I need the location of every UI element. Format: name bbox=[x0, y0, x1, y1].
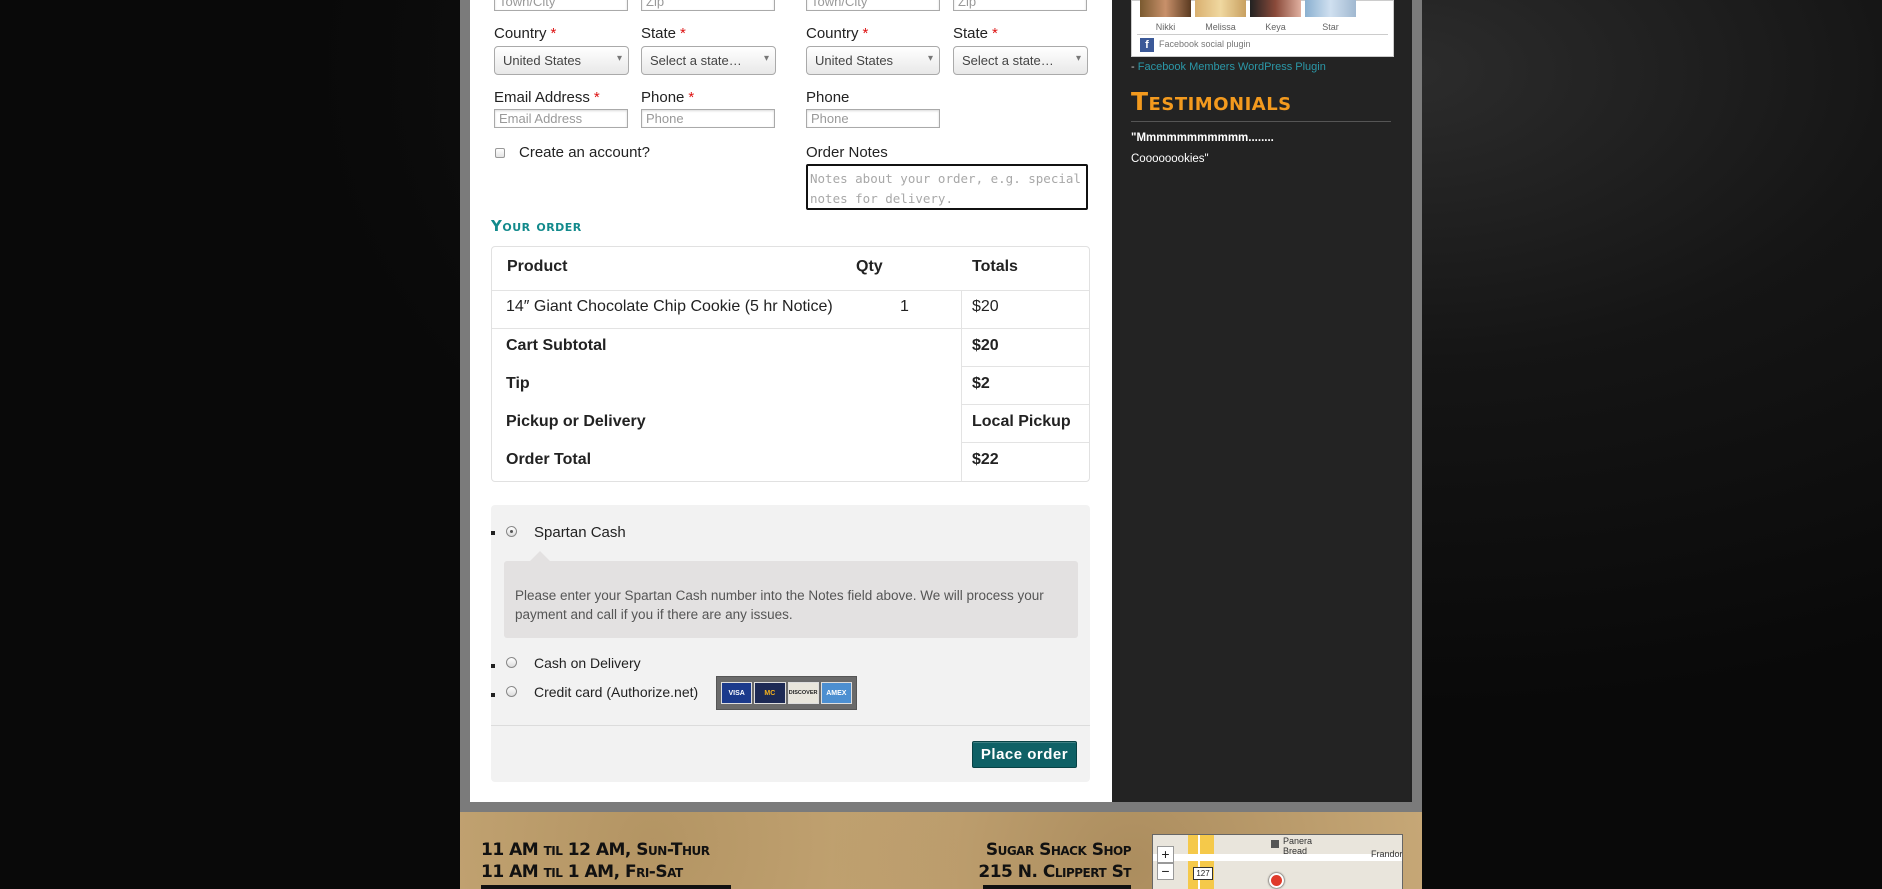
table-row: Cart Subtotal $20 bbox=[492, 326, 1089, 364]
chevron-down-icon: ▾ bbox=[763, 53, 769, 64]
subtotal-label: Cart Subtotal bbox=[506, 337, 607, 354]
table-row: 14″ Giant Chocolate Chip Cookie (5 hr No… bbox=[492, 287, 1089, 325]
member-name[interactable]: Melissa bbox=[1195, 22, 1246, 32]
col-totals: Totals bbox=[972, 258, 1018, 275]
item-name: 14″ Giant Chocolate Chip Cookie (5 hr No… bbox=[506, 298, 833, 315]
email-input[interactable]: Email Address bbox=[494, 109, 628, 128]
route-shield: 127 bbox=[1193, 867, 1213, 880]
shipping-state-label: State * bbox=[953, 25, 998, 42]
shop-address: 215 N. Clippert St bbox=[978, 862, 1131, 882]
avatar bbox=[1250, 0, 1301, 17]
testimonial-quote: "Mmmmmmmmmmm........ bbox=[1131, 132, 1274, 144]
pickup-value: Local Pickup bbox=[972, 413, 1071, 430]
subtotal-value: $20 bbox=[972, 337, 999, 354]
order-table: Product Qty Totals 14″ Giant Chocolate C… bbox=[491, 246, 1090, 482]
avatar bbox=[1305, 0, 1356, 17]
map-road bbox=[1153, 854, 1402, 861]
map-label: Frandor bbox=[1371, 849, 1403, 859]
location-map[interactable]: + − 127 Panera Bread Frandor bbox=[1152, 834, 1403, 889]
address-line-cut bbox=[983, 885, 1131, 889]
table-row: Tip $2 bbox=[492, 364, 1089, 402]
shipping-phone-input[interactable]: Phone bbox=[806, 109, 940, 128]
shipping-country-select[interactable]: United States ▾ bbox=[806, 46, 940, 75]
members-plugin-row: - Facebook Members WordPress Plugin bbox=[1131, 61, 1326, 73]
testimonials-heading: Testimonials bbox=[1131, 87, 1292, 116]
avatar bbox=[1195, 0, 1246, 17]
discover-logo: DISCOVER bbox=[787, 682, 819, 704]
hours-line-cut bbox=[481, 885, 731, 889]
card-logos: VISA MC DISCOVER AMEX bbox=[716, 676, 857, 710]
shipping-phone-label: Phone bbox=[806, 89, 850, 106]
billing-phone-input[interactable]: Phone bbox=[641, 109, 775, 128]
hours-line: 11 AM til 12 AM, Sun-Thur bbox=[481, 840, 710, 860]
zoom-out-button[interactable]: − bbox=[1157, 863, 1174, 880]
hours-line: 11 AM til 1 AM, Fri-Sat bbox=[481, 862, 683, 882]
map-road bbox=[1188, 835, 1214, 889]
col-product: Product bbox=[507, 258, 568, 275]
table-row: Order Total $22 bbox=[492, 440, 1089, 478]
amex-logo: AMEX bbox=[820, 682, 852, 704]
map-label: Panera Bread bbox=[1283, 836, 1313, 856]
credit-card-label[interactable]: Credit card (Authorize.net) bbox=[534, 684, 698, 700]
list-bullet bbox=[491, 664, 495, 668]
spartan-cash-pointer bbox=[530, 551, 550, 561]
create-account-checkbox[interactable] bbox=[495, 148, 505, 158]
tip-label: Tip bbox=[506, 375, 530, 392]
place-order-button[interactable]: Place order bbox=[972, 741, 1077, 768]
spartan-cash-radio[interactable] bbox=[506, 526, 517, 537]
order-notes-textarea[interactable]: Notes about your order, e.g. special not… bbox=[806, 164, 1088, 210]
order-table-header: Product Qty Totals bbox=[492, 247, 1089, 285]
testimonial-quote: Coooooookies" bbox=[1131, 153, 1209, 165]
shop-name: Sugar Shack Shop bbox=[985, 840, 1132, 860]
shipping-zip-input[interactable]: Zip bbox=[953, 0, 1087, 11]
map-poi-icon bbox=[1271, 840, 1279, 848]
spartan-cash-description: Please enter your Spartan Cash number in… bbox=[504, 561, 1078, 638]
member-name[interactable]: Nikki bbox=[1140, 22, 1191, 32]
mastercard-logo: MC bbox=[754, 682, 786, 704]
spartan-cash-label[interactable]: Spartan Cash bbox=[534, 524, 626, 541]
map-road-line bbox=[1198, 835, 1200, 889]
item-qty: 1 bbox=[900, 298, 909, 315]
col-qty: Qty bbox=[856, 258, 883, 275]
shipping-city-input[interactable]: Town/City bbox=[806, 0, 940, 11]
visa-logo: VISA bbox=[721, 682, 753, 704]
facebook-social-plugin-link[interactable]: Facebook social plugin bbox=[1159, 39, 1251, 49]
chevron-down-icon: ▾ bbox=[927, 53, 933, 64]
member-name[interactable]: Keya bbox=[1250, 22, 1301, 32]
total-value: $22 bbox=[972, 451, 999, 468]
member-name[interactable]: Star bbox=[1305, 22, 1356, 32]
billing-state-label: State * bbox=[641, 25, 686, 42]
billing-country-select[interactable]: United States ▾ bbox=[494, 46, 629, 75]
credit-card-radio[interactable] bbox=[506, 686, 517, 697]
create-account-label: Create an account? bbox=[519, 144, 650, 161]
tip-value: $2 bbox=[972, 375, 990, 392]
cash-on-delivery-radio[interactable] bbox=[506, 657, 517, 668]
facebook-icon: f bbox=[1140, 38, 1154, 52]
your-order-heading: Your order bbox=[491, 217, 582, 235]
billing-phone-label: Phone * bbox=[641, 89, 695, 106]
shipping-state-select[interactable]: Select a state… ▾ bbox=[953, 46, 1088, 75]
total-label: Order Total bbox=[506, 451, 592, 468]
shipping-country-label: Country * bbox=[806, 25, 869, 42]
billing-state-select[interactable]: Select a state… ▾ bbox=[641, 46, 776, 75]
avatar bbox=[1140, 0, 1191, 17]
list-bullet bbox=[491, 693, 495, 697]
pickup-label: Pickup or Delivery bbox=[506, 413, 646, 430]
email-label: Email Address * bbox=[494, 89, 600, 106]
chevron-down-icon: ▾ bbox=[616, 53, 622, 64]
billing-country-label: Country * bbox=[494, 25, 557, 42]
members-plugin-link[interactable]: Facebook Members WordPress Plugin bbox=[1138, 61, 1326, 73]
billing-zip-input[interactable]: Zip bbox=[641, 0, 775, 11]
chevron-down-icon: ▾ bbox=[1075, 53, 1081, 64]
item-total: $20 bbox=[972, 298, 999, 315]
list-bullet bbox=[491, 531, 495, 535]
table-row: Pickup or Delivery Local Pickup bbox=[492, 402, 1089, 440]
map-pin-icon bbox=[1269, 873, 1284, 888]
zoom-in-button[interactable]: + bbox=[1157, 846, 1174, 863]
billing-city-input[interactable]: Town/City bbox=[494, 0, 628, 11]
cash-on-delivery-label[interactable]: Cash on Delivery bbox=[534, 655, 641, 671]
order-notes-label: Order Notes bbox=[806, 144, 888, 161]
